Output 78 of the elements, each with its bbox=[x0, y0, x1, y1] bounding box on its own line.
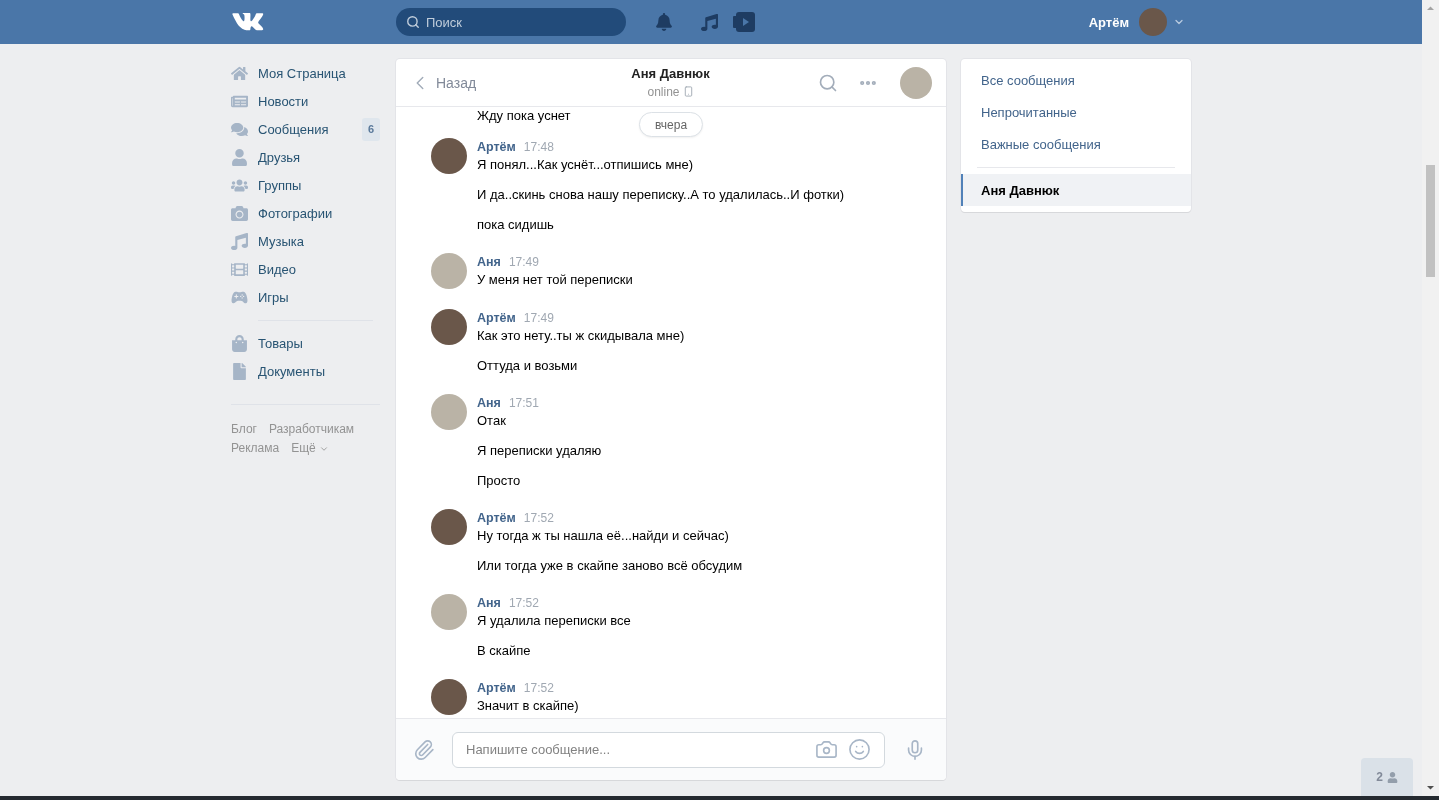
sidebar-item[interactable]: Музыка bbox=[231, 227, 381, 255]
scrollbar-thumb[interactable] bbox=[1426, 165, 1435, 277]
person-icon bbox=[231, 148, 248, 166]
document-icon bbox=[231, 362, 248, 380]
phone-icon bbox=[682, 86, 694, 97]
sender-name[interactable]: Аня bbox=[477, 594, 501, 612]
sender-name[interactable]: Артём bbox=[477, 309, 516, 327]
paperclip-icon[interactable] bbox=[413, 738, 435, 761]
message-text: И да..скинь снова нашу переписку..А то удалилась..И фотки) bbox=[477, 186, 845, 203]
date-divider: вчера bbox=[638, 112, 704, 137]
message-text: Я понял...Как уснёт...отпишись мне) bbox=[477, 156, 694, 173]
sidebar-item[interactable]: Моя Страница bbox=[231, 59, 381, 87]
video-play-icon[interactable] bbox=[733, 12, 755, 32]
message-text: Как это нету..ты ж скидывала мне) bbox=[477, 327, 685, 344]
sender-avatar[interactable] bbox=[431, 138, 467, 174]
sidebar-item[interactable]: Сообщения 6 bbox=[231, 115, 381, 143]
contact-avatar[interactable] bbox=[900, 66, 932, 99]
chat-title[interactable]: Аня Давнюк bbox=[631, 64, 710, 83]
search-field[interactable]: Поиск bbox=[396, 8, 626, 36]
user-name[interactable]: Артём bbox=[1088, 14, 1129, 30]
camera-icon bbox=[231, 204, 248, 222]
person-icon bbox=[1386, 771, 1398, 783]
message-time: 17:52 bbox=[508, 595, 539, 612]
sender-avatar[interactable] bbox=[431, 309, 467, 345]
message-text: Я удалила переписки все bbox=[477, 612, 631, 629]
conversation-tab[interactable]: Аня Давнюк bbox=[961, 174, 1191, 206]
sender-name[interactable]: Аня bbox=[477, 253, 501, 271]
sender-avatar[interactable] bbox=[431, 679, 467, 715]
message-time: 17:52 bbox=[523, 510, 554, 527]
music-note-icon bbox=[231, 232, 248, 250]
message-text: У меня нет той переписки bbox=[477, 271, 633, 288]
online-status: online bbox=[647, 83, 680, 101]
scrollbar[interactable] bbox=[1422, 0, 1439, 796]
sidebar-item[interactable]: Видео bbox=[231, 255, 381, 283]
user-avatar[interactable] bbox=[1139, 8, 1167, 36]
sidebar-item[interactable]: Документы bbox=[231, 357, 381, 385]
message-text: Оттуда и возьми bbox=[477, 357, 578, 374]
message-time: 17:49 bbox=[523, 310, 554, 327]
message-text: В скайпе bbox=[477, 642, 531, 659]
sidebar-item[interactable]: Игры bbox=[231, 283, 381, 311]
message-text: Или тогда уже в скайпе заново всё обсудим bbox=[477, 557, 743, 574]
music-note-icon[interactable] bbox=[701, 13, 718, 31]
message-text: Ну тогда ж ты нашла её...найди и сейчас) bbox=[477, 527, 729, 544]
message-text: Значит в скайпе) bbox=[477, 697, 579, 714]
message-time: 17:48 bbox=[523, 139, 554, 156]
film-icon bbox=[231, 260, 248, 278]
sender-name[interactable]: Аня bbox=[477, 394, 501, 412]
back-button[interactable]: Назад bbox=[409, 71, 477, 94]
sidebar-item[interactable]: Фотографии bbox=[231, 199, 381, 227]
message-time: 17:49 bbox=[508, 254, 539, 271]
message-time: 17:51 bbox=[508, 395, 539, 412]
sidebar-item[interactable]: Группы bbox=[231, 171, 381, 199]
message-text: Отак bbox=[477, 412, 506, 429]
search-icon bbox=[406, 15, 420, 29]
bag-icon bbox=[231, 334, 248, 352]
sender-name[interactable]: Артём bbox=[477, 138, 516, 156]
filter-item[interactable]: Важные сообщения bbox=[961, 128, 1191, 160]
sender-name[interactable]: Артём bbox=[477, 679, 516, 697]
chat-bubbles-icon bbox=[231, 120, 248, 138]
filter-item[interactable]: Непрочитанные bbox=[961, 96, 1191, 128]
message-text: пока сидишь bbox=[477, 216, 554, 233]
sidebar-item[interactable]: Друзья bbox=[231, 143, 381, 171]
sidebar-item[interactable]: Товары bbox=[231, 329, 381, 357]
sender-name[interactable]: Артём bbox=[477, 509, 516, 527]
search-icon[interactable] bbox=[818, 72, 838, 93]
bell-icon[interactable] bbox=[655, 13, 673, 31]
smiley-icon[interactable] bbox=[848, 737, 871, 761]
sender-avatar[interactable] bbox=[431, 509, 467, 545]
home-icon bbox=[231, 64, 248, 82]
logo-icon[interactable] bbox=[232, 13, 264, 31]
message-text: Я переписки удаляю bbox=[477, 442, 602, 459]
message-time: 17:52 bbox=[523, 680, 554, 697]
message-input[interactable]: Напишите сообщение... bbox=[452, 731, 885, 768]
filter-item[interactable]: Все сообщения bbox=[961, 64, 1191, 96]
message-text: Жду пока уснет bbox=[476, 107, 572, 124]
message-text: Просто bbox=[477, 472, 521, 489]
count-badge: 6 bbox=[362, 117, 380, 141]
sidebar-item[interactable]: Новости bbox=[231, 87, 381, 115]
